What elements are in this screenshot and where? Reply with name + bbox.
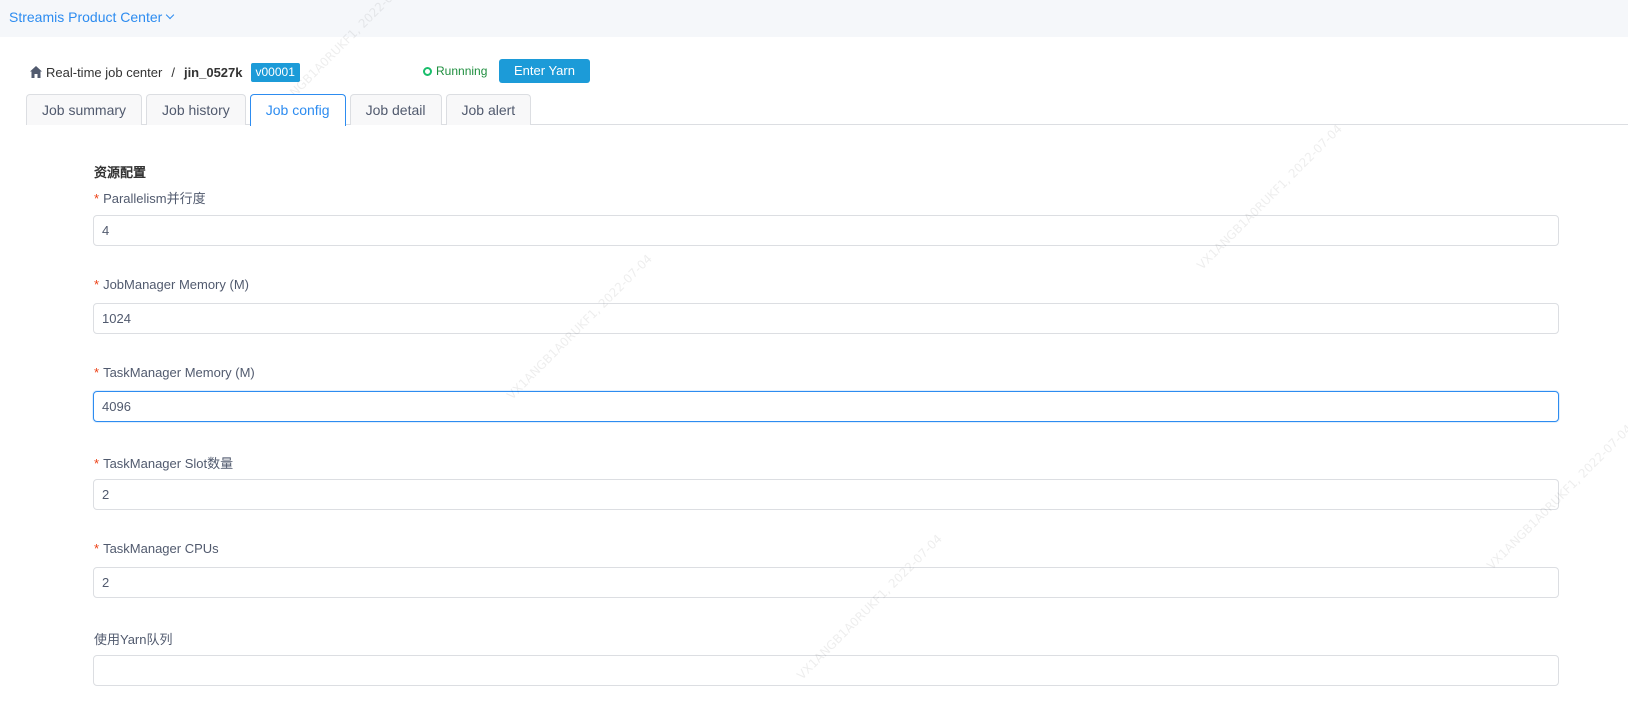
breadcrumb-separator: / [171, 64, 175, 80]
version-badge: v00001 [250, 62, 300, 82]
taskmanager-slot-input[interactable] [93, 479, 1559, 510]
parallelism-label: * Parallelism并行度 [94, 191, 206, 206]
status-circle-icon [423, 66, 432, 76]
jobmanager-memory-label: * JobManager Memory (M) [94, 277, 249, 292]
required-marker: * [94, 456, 100, 471]
watermark: VX1ANGB1A0RUKF1, 2022-07-04 [1194, 121, 1345, 273]
required-marker: * [94, 541, 100, 556]
taskmanager-memory-label: * TaskManager Memory (M) [94, 365, 255, 380]
breadcrumb-root[interactable]: Real-time job center [46, 65, 162, 80]
breadcrumb: Real-time job center / jin_0527k v00001 [29, 62, 300, 82]
tab-job-summary[interactable]: Job summary [26, 94, 143, 125]
top-bar: Streamis Product Center [0, 0, 1628, 37]
taskmanager-cpus-input[interactable] [93, 567, 1559, 598]
taskmanager-cpus-label: * TaskManager CPUs [94, 541, 219, 556]
required-marker: * [94, 277, 100, 292]
jobmanager-memory-input[interactable] [93, 303, 1559, 334]
section-title: 资源配置 [94, 165, 147, 180]
job-status: Runnning [423, 64, 487, 78]
taskmanager-slot-label: * TaskManager Slot数量 [94, 456, 234, 471]
taskmanager-memory-input[interactable] [93, 391, 1559, 422]
chevron-down-icon [166, 10, 175, 20]
parallelism-input[interactable] [93, 215, 1559, 246]
product-name: Streamis Product Center [9, 9, 163, 25]
tab-job-detail[interactable]: Job detail [349, 94, 442, 125]
status-text: Runnning [436, 64, 488, 78]
required-marker: * [94, 191, 100, 206]
home-icon [30, 66, 42, 78]
tab-job-config[interactable]: Job config [249, 94, 346, 126]
required-marker: * [94, 365, 100, 380]
job-name: jin_0527k [183, 64, 243, 80]
yarn-queue-label: 使用Yarn队列 [94, 632, 173, 647]
product-switcher[interactable]: Streamis Product Center [9, 9, 175, 25]
enter-yarn-button[interactable]: Enter Yarn [499, 59, 590, 83]
job-tabs: Job summary Job history Job config Job d… [26, 94, 535, 126]
yarn-queue-input[interactable] [93, 655, 1559, 686]
tab-job-alert[interactable]: Job alert [445, 94, 532, 125]
tab-job-history[interactable]: Job history [146, 94, 246, 125]
